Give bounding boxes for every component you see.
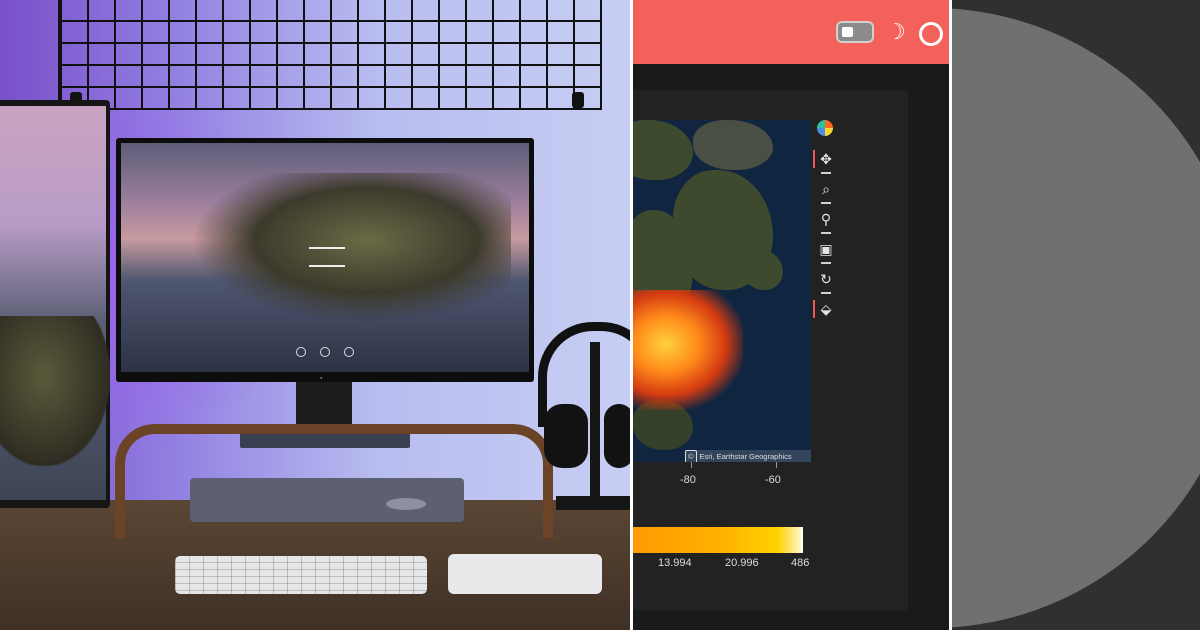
wheel-zoom-icon[interactable]: ⚲ [817,210,835,228]
theme-toggle-icon[interactable] [836,21,874,43]
side-monitor-screen [0,106,110,500]
rack-clip [572,92,584,108]
colorbar-label: 486 [791,557,810,569]
heat-overlay [633,290,743,410]
copyright-icon: © [685,450,697,462]
bokeh-logo-icon[interactable] [817,120,833,136]
plot-toolbar: ✥ ⌕ ⚲ ▣ ↻ ⬙ [813,118,837,328]
x-tick-mark [776,462,777,468]
wall-grid-rack [58,0,602,110]
dark-mode-moon-icon[interactable]: ☽ [886,20,908,44]
headphone-cup [604,404,630,468]
wallpaper-island [0,316,110,466]
trackpad [448,554,602,594]
attribution-text: Esri, Earthstar Geographics [699,452,792,461]
save-icon[interactable]: ▣ [817,240,835,258]
active-tool-indicator [813,300,815,318]
color-bar [633,527,803,553]
wallpaper-island [191,173,511,323]
landmass [693,120,773,170]
colorbar-label: 13.994 [658,557,692,569]
x-tick-label: -60 [765,474,781,486]
sleep-icon [296,347,306,357]
hover-icon[interactable]: ⬙ [817,300,835,318]
tool-separator [821,262,831,264]
heatmap-map[interactable]: © Esri, Earthstar Geographics [633,120,811,462]
box-zoom-icon[interactable]: ⌕ [817,180,835,198]
monitor-brand-logo: ● [320,375,323,380]
restart-icon [320,347,330,357]
tool-separator [821,172,831,174]
app-panel: ☽ © Esri, Earthstar Geographics ✥ ⌕ ⚲ ▣ ↻… [633,0,949,630]
shutdown-icon [344,347,354,357]
landmass [633,120,693,180]
circle-button-icon[interactable] [919,22,943,46]
closed-laptop [190,478,464,522]
photo-panel: ● [0,0,630,630]
x-axis: -80 -60 [633,462,813,492]
main-monitor: ● [116,138,534,382]
toggle-knob [842,27,853,37]
disk-graphic [952,8,1200,628]
map-attribution: © Esri, Earthstar Geographics [685,450,811,462]
main-monitor-screen [121,143,529,372]
laptop-logo [386,498,426,510]
headphone-stand-base [556,496,630,510]
disk-panel [952,0,1200,630]
tool-separator [821,232,831,234]
login-field [309,247,345,267]
colorbar-label: 20.996 [725,557,759,569]
x-tick-mark [691,462,692,468]
tool-separator [821,292,831,294]
monitor-stand-neck [296,382,352,430]
x-tick-label: -80 [680,474,696,486]
tool-separator [821,202,831,204]
pan-icon[interactable]: ✥ [817,150,835,168]
reset-icon[interactable]: ↻ [817,270,835,288]
headphone-cup [544,404,588,468]
keyboard [175,556,427,594]
side-monitor [0,100,110,508]
app-header: ☽ [633,0,949,64]
active-tool-indicator [813,150,815,168]
landmass [743,250,783,290]
